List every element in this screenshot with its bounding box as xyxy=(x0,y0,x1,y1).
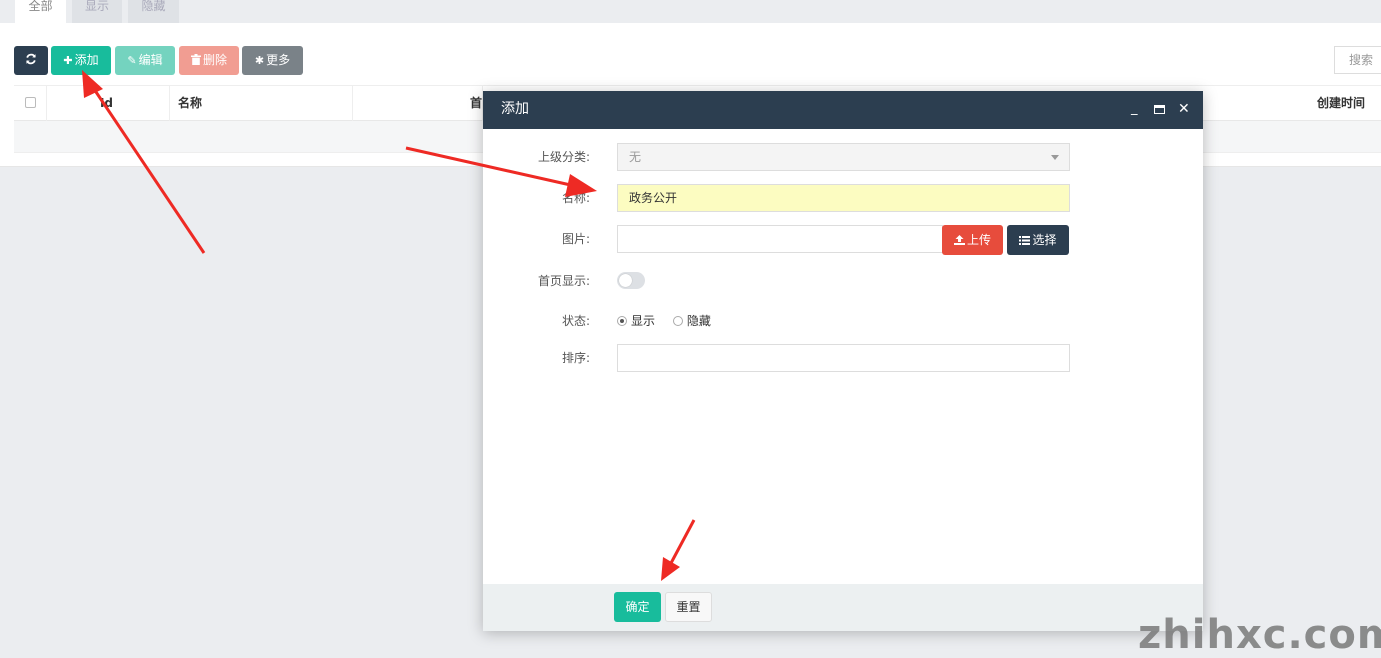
reset-button[interactable]: 重置 xyxy=(665,592,712,622)
image-label: 图片: xyxy=(561,232,590,246)
column-home[interactable]: 首 xyxy=(353,86,483,121)
dialog-footer: 确定 重置 xyxy=(483,584,1203,631)
choose-button[interactable]: 选择 xyxy=(1007,225,1069,255)
name-input[interactable]: 政务公开 xyxy=(617,184,1070,212)
parent-category-select[interactable]: 无 xyxy=(617,143,1070,171)
parent-category-label: 上级分类: xyxy=(537,150,590,164)
delete-button-label: 删除 xyxy=(202,53,227,67)
add-button[interactable]: ✚ 添加 xyxy=(51,46,111,75)
status-label: 状态: xyxy=(561,314,590,328)
close-icon[interactable]: ✕ xyxy=(1178,91,1190,127)
dialog-title: 添加 xyxy=(501,101,529,117)
status-radio-hide[interactable] xyxy=(672,316,683,326)
gear-icon: ✱ xyxy=(254,54,265,67)
column-created-time[interactable]: 创建时间 xyxy=(1214,86,1381,121)
toggle-knob xyxy=(619,274,632,287)
maximize-icon[interactable] xyxy=(1154,105,1165,114)
home-display-label: 首页显示: xyxy=(537,274,590,288)
pencil-icon: ✎ xyxy=(127,54,137,67)
edit-button-label: 编辑 xyxy=(138,53,163,67)
tab-show[interactable]: 显示 xyxy=(72,0,122,23)
delete-button[interactable]: 删除 xyxy=(179,46,239,75)
sort-input[interactable] xyxy=(617,344,1070,372)
tab-all[interactable]: 全部 xyxy=(15,0,66,23)
home-display-toggle[interactable] xyxy=(617,272,645,289)
status-option-show-label[interactable]: 显示 xyxy=(631,314,655,328)
status-radio-group: 显示 隐藏 xyxy=(617,307,725,335)
trash-icon xyxy=(190,46,201,75)
minimize-icon[interactable]: _ xyxy=(1131,91,1138,127)
column-id[interactable]: Id xyxy=(47,86,170,121)
add-button-label: 添加 xyxy=(74,53,99,67)
list-icon xyxy=(1019,236,1031,245)
plus-icon: ✚ xyxy=(63,54,73,67)
edit-button[interactable]: ✎ 编辑 xyxy=(115,46,175,75)
name-label: 名称: xyxy=(561,191,590,205)
more-button-label: 更多 xyxy=(266,53,291,67)
image-input[interactable] xyxy=(617,225,943,253)
search-input[interactable]: 搜索 xyxy=(1334,46,1381,74)
status-option-hide-label[interactable]: 隐藏 xyxy=(687,314,711,328)
more-button[interactable]: ✱ 更多 xyxy=(242,46,303,75)
caret-down-icon xyxy=(1051,155,1059,160)
tab-hide[interactable]: 隐藏 xyxy=(128,0,179,23)
status-radio-show[interactable] xyxy=(617,316,627,326)
watermark: zhihxc.com xyxy=(1138,612,1381,658)
confirm-button[interactable]: 确定 xyxy=(614,592,661,622)
dialog-header: 添加 _ ✕ xyxy=(483,91,1203,129)
sort-label: 排序: xyxy=(561,351,590,365)
upload-button[interactable]: 上传 xyxy=(942,225,1003,255)
refresh-icon xyxy=(26,53,36,65)
upload-icon xyxy=(953,235,965,245)
add-dialog: 添加 _ ✕ 上级分类: 无 名称: 政务公开 图片: 上传 选择 首页显示: … xyxy=(483,91,1203,631)
parent-category-value: 无 xyxy=(629,150,642,164)
upload-button-label: 上传 xyxy=(966,233,991,247)
tab-bar: 全部 显示 隐藏 xyxy=(0,0,1381,23)
select-all-checkbox[interactable] xyxy=(25,97,36,108)
column-name[interactable]: 名称 xyxy=(170,86,353,121)
select-all-checkbox-cell[interactable] xyxy=(14,86,47,121)
refresh-button[interactable] xyxy=(14,46,48,75)
choose-button-label: 选择 xyxy=(1032,233,1057,247)
